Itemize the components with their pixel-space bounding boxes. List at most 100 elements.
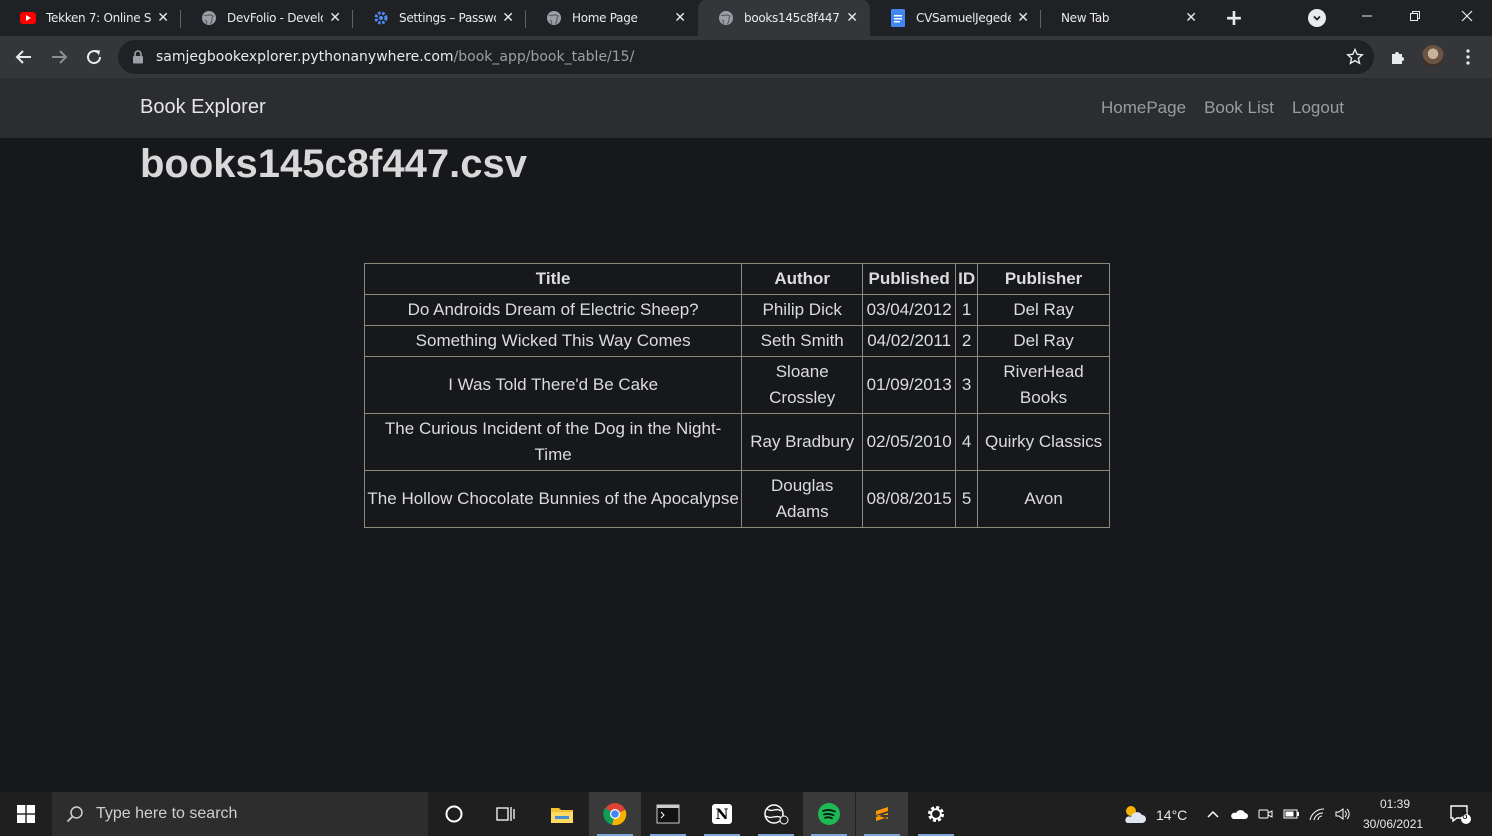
taskbar-sublime[interactable] bbox=[856, 792, 908, 836]
column-header-published: Published bbox=[862, 263, 957, 295]
close-icon[interactable]: ✕ bbox=[155, 10, 171, 26]
browser-tab[interactable]: Tekken 7: Online S ✕ bbox=[0, 0, 181, 36]
browser-tab[interactable]: New Tab ✕ bbox=[1041, 0, 1209, 36]
brand-link[interactable]: Book Explorer bbox=[140, 96, 266, 119]
browser-tab[interactable]: Home Page ✕ bbox=[526, 0, 698, 36]
close-icon[interactable]: ✕ bbox=[844, 10, 860, 26]
column-header-publisher: Publisher bbox=[977, 263, 1110, 295]
extensions-puzzle-icon[interactable] bbox=[1388, 47, 1408, 67]
browser-tab[interactable]: books145c8f447.c ✕ bbox=[698, 0, 870, 36]
battery-plug-icon[interactable] bbox=[1278, 792, 1304, 836]
windows-taskbar: Type here to search N 14°C 01:39 30/06/2… bbox=[0, 792, 1492, 836]
close-icon[interactable]: ✕ bbox=[327, 10, 343, 26]
browser-tab[interactable]: DevFolio - Develo ✕ bbox=[181, 0, 353, 36]
globe-icon bbox=[201, 10, 217, 26]
bookmark-star-icon[interactable] bbox=[1346, 47, 1364, 66]
cell-id: 3 bbox=[955, 356, 979, 414]
cell-title: I Was Told There'd Be Cake bbox=[363, 356, 743, 414]
url-path: /book_app/book_table/15/ bbox=[453, 49, 635, 65]
column-header-title: Title bbox=[363, 263, 743, 295]
cell-publisher: Del Ray bbox=[977, 325, 1110, 357]
column-header-author: Author bbox=[741, 263, 864, 295]
action-center-button[interactable]: 6 bbox=[1440, 792, 1480, 836]
windows-logo-icon bbox=[17, 805, 35, 823]
nav-link-homepage[interactable]: HomePage bbox=[1101, 98, 1186, 118]
onedrive-cloud-icon[interactable] bbox=[1226, 792, 1252, 836]
cell-id: 4 bbox=[955, 413, 979, 471]
cell-published: 01/09/2013 bbox=[862, 356, 957, 414]
url-host: samjegbookexplorer.pythonanywhere.com bbox=[156, 49, 454, 65]
cortana-circle-icon bbox=[445, 805, 463, 823]
cell-title: The Hollow Chocolate Bunnies of the Apoc… bbox=[363, 470, 743, 528]
clock-time[interactable]: 01:39 bbox=[1380, 797, 1410, 811]
minimize-button[interactable] bbox=[1344, 0, 1390, 32]
taskbar-spotify[interactable] bbox=[803, 792, 855, 836]
cell-title: The Curious Incident of the Dog in the N… bbox=[363, 413, 743, 471]
table-row: I Was Told There'd Be Cake Sloane Crossle… bbox=[363, 356, 1110, 414]
close-icon[interactable]: ✕ bbox=[672, 10, 688, 26]
spotify-icon bbox=[818, 803, 840, 825]
taskbar-file-explorer[interactable] bbox=[536, 792, 588, 836]
site-navbar: Book Explorer HomePage Book List Logout bbox=[0, 78, 1492, 138]
table-row: The Hollow Chocolate Bunnies of the Apoc… bbox=[363, 470, 1110, 528]
tab-title: DevFolio - Develo bbox=[227, 11, 323, 25]
cell-title: Something Wicked This Way Comes bbox=[363, 325, 743, 357]
taskbar-chrome[interactable] bbox=[589, 792, 641, 836]
tray-chevron-up-icon[interactable] bbox=[1200, 792, 1226, 836]
gear-icon bbox=[373, 10, 389, 26]
cell-published: 02/05/2010 bbox=[862, 413, 957, 471]
close-icon[interactable]: ✕ bbox=[1015, 10, 1031, 26]
start-button[interactable] bbox=[0, 792, 52, 836]
browser-tab[interactable]: Settings – Passwo ✕ bbox=[353, 0, 526, 36]
notion-icon: N bbox=[712, 804, 732, 824]
new-tab-button[interactable]: + bbox=[1222, 6, 1246, 31]
weather-icon[interactable] bbox=[1110, 792, 1158, 836]
globe-icon bbox=[546, 10, 562, 26]
taskbar-terminal[interactable] bbox=[642, 792, 694, 836]
meet-now-icon[interactable] bbox=[1252, 792, 1278, 836]
cell-author: Seth Smith bbox=[741, 325, 864, 357]
kebab-menu-icon[interactable] bbox=[1458, 47, 1478, 67]
globe-icon bbox=[718, 10, 734, 26]
tab-search-button[interactable] bbox=[1308, 9, 1326, 27]
volume-icon[interactable] bbox=[1330, 792, 1356, 836]
taskbar-notion[interactable]: N bbox=[696, 792, 748, 836]
cortana-button[interactable] bbox=[428, 792, 480, 836]
back-button[interactable] bbox=[11, 44, 37, 70]
minimize-icon bbox=[1362, 15, 1372, 17]
cell-title: Do Androids Dream of Electric Sheep? bbox=[363, 294, 743, 326]
profile-avatar[interactable] bbox=[1422, 45, 1444, 67]
web-page: Book Explorer HomePage Book List Logout … bbox=[0, 78, 1492, 792]
cell-author: Douglas Adams bbox=[741, 470, 864, 528]
taskbar-search-box[interactable]: Type here to search bbox=[52, 792, 428, 836]
reload-button[interactable] bbox=[81, 44, 107, 70]
close-window-button[interactable] bbox=[1444, 0, 1490, 32]
cell-publisher: Del Ray bbox=[977, 294, 1110, 326]
weather-temperature: 14°C bbox=[1156, 807, 1188, 823]
restore-button[interactable] bbox=[1392, 0, 1438, 32]
svg-text:N: N bbox=[716, 807, 729, 823]
forward-button[interactable] bbox=[46, 44, 72, 70]
cell-id: 2 bbox=[955, 325, 979, 357]
close-icon[interactable]: ✕ bbox=[1183, 10, 1199, 26]
cell-author: Sloane Crossley bbox=[741, 356, 864, 414]
tab-title: Tekken 7: Online S bbox=[46, 11, 151, 25]
docs-icon bbox=[890, 9, 906, 27]
nav-links: HomePage Book List Logout bbox=[1101, 98, 1344, 118]
lock-icon bbox=[132, 50, 146, 64]
chevron-down-icon bbox=[1313, 15, 1321, 21]
nav-link-logout[interactable]: Logout bbox=[1292, 98, 1344, 118]
browser-tab[interactable]: CVSamuelJegede ✕ bbox=[870, 0, 1041, 36]
task-view-button[interactable] bbox=[480, 792, 532, 836]
cell-publisher: RiverHead Books bbox=[977, 356, 1110, 414]
cell-author: Philip Dick bbox=[741, 294, 864, 326]
nav-link-book-list[interactable]: Book List bbox=[1204, 98, 1274, 118]
taskbar-vpn-app[interactable] bbox=[750, 792, 802, 836]
close-icon[interactable]: ✕ bbox=[500, 10, 516, 26]
wifi-icon[interactable] bbox=[1304, 792, 1330, 836]
address-bar[interactable]: samjegbookexplorer.pythonanywhere.com/bo… bbox=[118, 40, 1374, 74]
gear-icon bbox=[928, 806, 944, 822]
clock-date[interactable]: 30/06/2021 bbox=[1363, 817, 1423, 831]
search-icon bbox=[66, 806, 83, 823]
taskbar-settings[interactable] bbox=[910, 792, 962, 836]
